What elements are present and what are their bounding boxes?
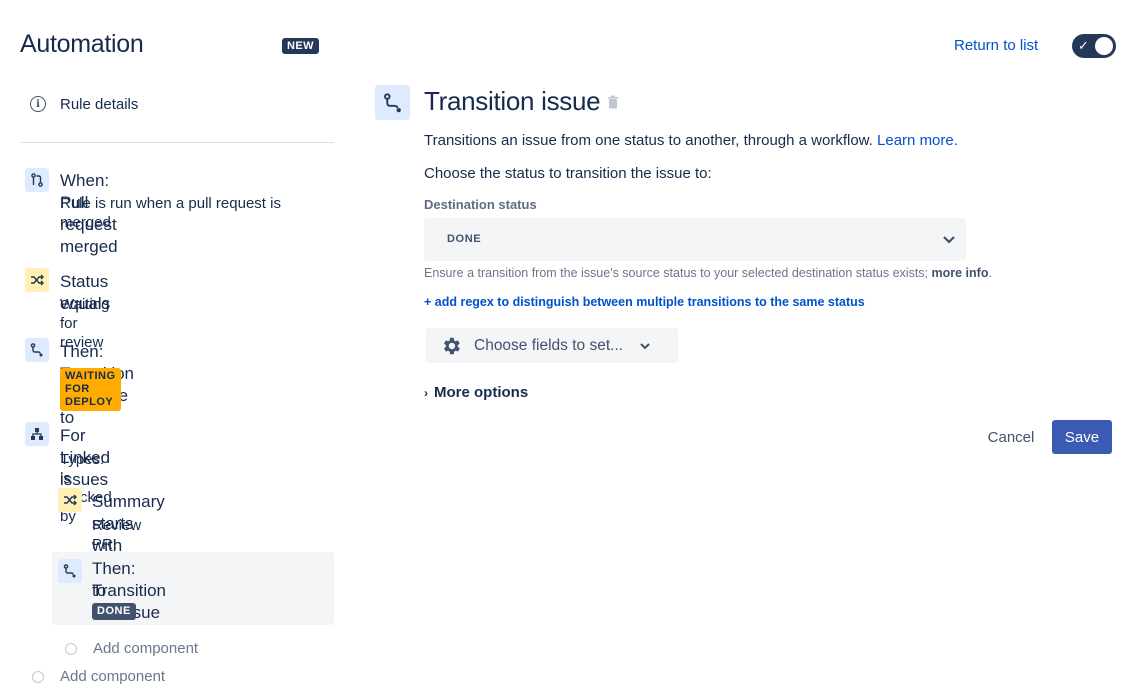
new-badge: NEW xyxy=(282,38,319,54)
chevron-right-icon: › xyxy=(424,385,428,400)
choose-fields-button[interactable]: Choose fields to set... xyxy=(426,328,678,363)
add-component-nested[interactable]: Add component xyxy=(65,640,198,657)
return-to-list-link[interactable]: Return to list xyxy=(954,37,1038,54)
rule-details-label: Rule details xyxy=(60,95,139,113)
more-info-link[interactable]: more info xyxy=(932,266,989,280)
destination-status-label: Destination status xyxy=(424,197,537,212)
help-text-end: . xyxy=(988,266,992,280)
component-subtitle: Review PR: xyxy=(92,517,142,553)
condition-icon xyxy=(25,268,49,292)
gear-icon xyxy=(444,337,460,354)
cancel-button[interactable]: Cancel xyxy=(977,420,1045,454)
add-dot-icon xyxy=(65,642,77,655)
branch-icon xyxy=(25,422,49,446)
chevron-down-icon xyxy=(640,342,650,349)
choose-status-label: Choose the status to transition the issu… xyxy=(424,165,712,182)
help-text-body: Ensure a transition from the issue's sou… xyxy=(424,266,929,280)
add-component-label: Add component xyxy=(60,668,166,685)
trash-icon[interactable] xyxy=(607,95,619,109)
pull-request-icon xyxy=(25,168,49,192)
component-title-cont: to xyxy=(92,581,107,600)
description-text: Transitions an issue from one status to … xyxy=(424,132,873,149)
rule-details-item[interactable]: i Rule details xyxy=(28,92,138,116)
save-button[interactable]: Save xyxy=(1052,420,1112,454)
description: Transitions an issue from one status to … xyxy=(424,132,958,149)
sidebar-divider xyxy=(20,142,334,143)
chevron-down-icon xyxy=(943,236,955,244)
condition-icon xyxy=(58,488,82,512)
choose-fields-label: Choose fields to set... xyxy=(474,336,624,354)
destination-status-value: DONE xyxy=(447,233,482,245)
more-options-toggle[interactable]: › More options xyxy=(424,384,528,401)
app-title: Automation xyxy=(20,30,144,58)
rule-enabled-toggle[interactable]: ✓ xyxy=(1072,34,1116,58)
add-component-label: Add component xyxy=(93,640,199,657)
destination-status-select[interactable]: DONE xyxy=(424,218,966,261)
component-subtitle: Rule is run when a pull request is merge… xyxy=(60,195,281,231)
transition-icon xyxy=(58,559,82,583)
transition-icon xyxy=(375,85,410,120)
more-options-label: More options xyxy=(434,384,529,401)
learn-more-link[interactable]: Learn more. xyxy=(877,132,958,149)
status-lozenge: WAITING FOR DEPLOY xyxy=(60,368,121,411)
status-lozenge: DONE xyxy=(92,603,136,620)
toggle-knob xyxy=(1095,37,1113,55)
sidebar: Automation NEW i Rule details When: Pull… xyxy=(0,0,340,694)
add-dot-icon xyxy=(32,670,44,683)
help-text: Ensure a transition from the issue's sou… xyxy=(424,266,992,280)
add-regex-link[interactable]: + add regex to distinguish between multi… xyxy=(424,295,865,309)
transition-icon xyxy=(25,338,49,362)
info-icon: i xyxy=(30,96,46,112)
page-title: Transition issue xyxy=(424,86,601,116)
add-component[interactable]: Add component xyxy=(32,668,165,685)
check-icon: ✓ xyxy=(1078,38,1089,53)
